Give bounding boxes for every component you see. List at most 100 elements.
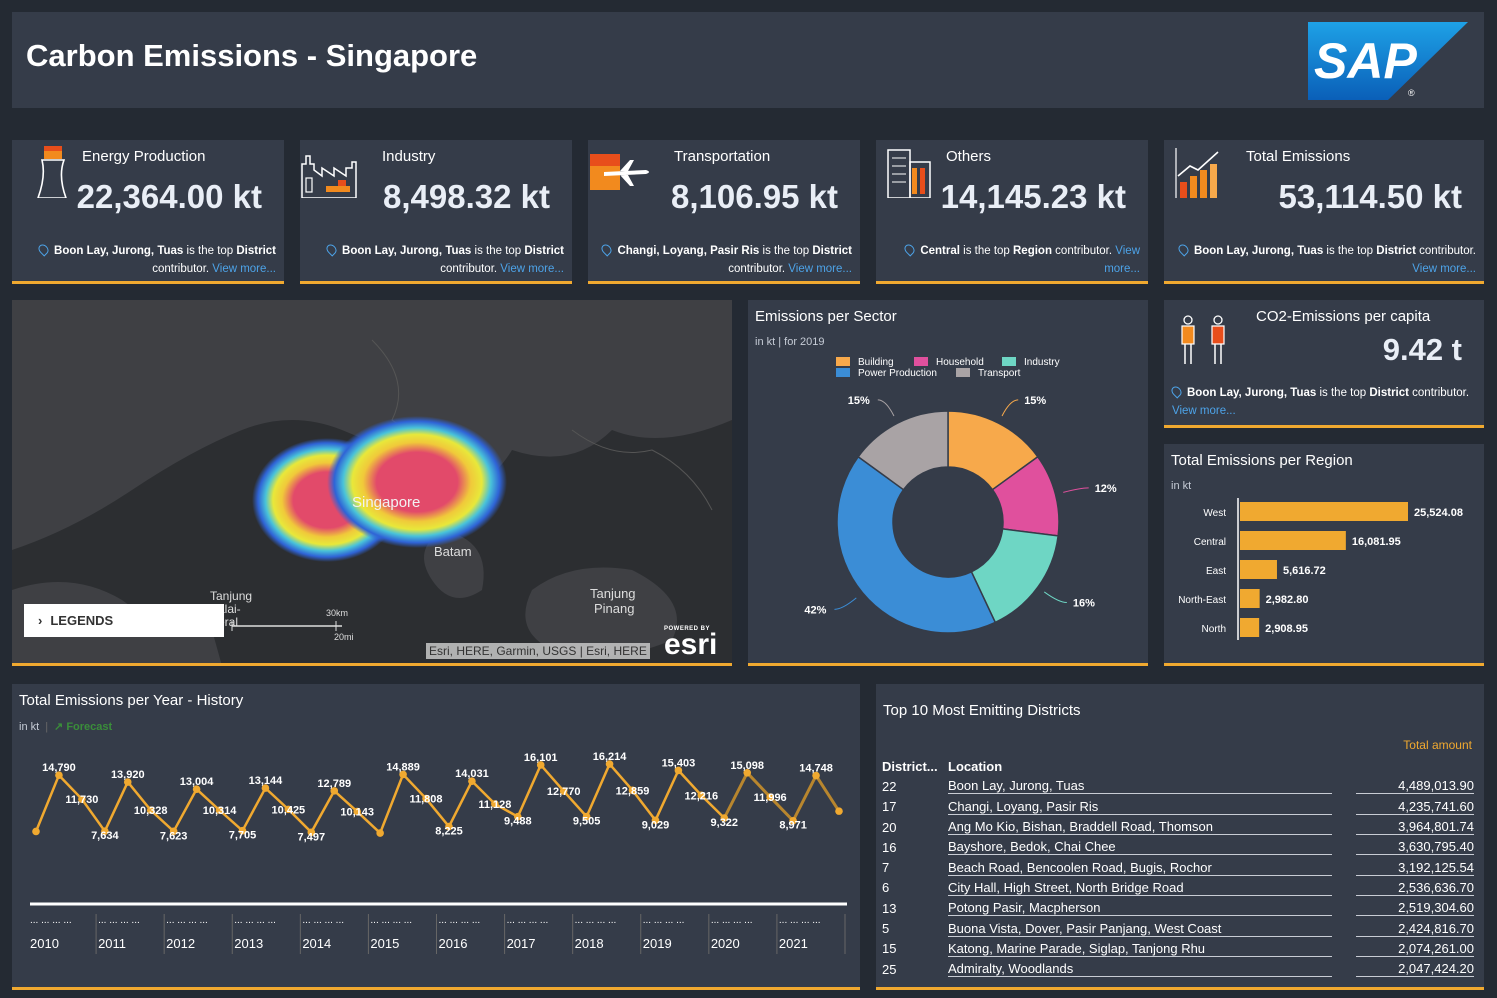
timeline-ellipsis: ... ... ... ... — [575, 915, 617, 926]
region-bar-chart[interactable]: West 25,524.08 Central 16,081.95 East 5,616.7… — [1164, 444, 1484, 666]
kpi-card-industry[interactable]: Industry 8,498.32 kt Boon Lay, Jurong, T… — [300, 140, 572, 284]
year-label: 2019 — [643, 936, 672, 951]
table-row[interactable]: 25 Admiralty, Woodlands 2,047,424.20 — [880, 959, 1476, 979]
sector-donut-chart[interactable]: Building Household Industry Power Productio… — [748, 300, 1148, 666]
amount-cell: 2,074,261.00 — [1354, 939, 1476, 959]
table-row[interactable]: 16 Bayshore, Bedok, Chai Chee 3,630,795.40 — [880, 837, 1476, 857]
view-more-link[interactable]: View more... — [1412, 263, 1476, 275]
slice-leader — [877, 399, 895, 417]
kpi-title: Others — [946, 148, 992, 165]
kpi-card-total-emissions[interactable]: Total Emissions 53,114.50 kt Boon Lay, J… — [1164, 140, 1484, 284]
table-row[interactable]: 22 Boon Lay, Jurong, Tuas 4,489,013.90 — [880, 776, 1476, 796]
year-label: 2017 — [507, 936, 536, 951]
timeline-ellipsis: ... ... ... ... — [302, 915, 344, 926]
history-point — [32, 827, 40, 836]
heat-map[interactable]: Singapore Batam Tanjung Balai- Keral Tan… — [12, 300, 732, 666]
table-row[interactable]: 20 Ang Mo Kio, Bishan, Braddell Road, Tho… — [880, 817, 1476, 837]
svg-text:Tanjung: Tanjung — [210, 589, 252, 603]
history-data-label: 9,322 — [711, 817, 739, 829]
history-data-label: 10,143 — [340, 807, 374, 819]
history-data-label: 8,971 — [779, 820, 807, 832]
location-pin-icon — [1176, 242, 1191, 257]
table-row[interactable]: 7 Beach Road, Bencoolen Road, Bugis, Roch… — [880, 857, 1476, 877]
district-cell: 7 — [882, 860, 890, 876]
svg-text:Batam: Batam — [434, 544, 472, 559]
history-data-label: 7,705 — [229, 830, 257, 842]
airplane-icon — [590, 154, 649, 190]
timeline-ellipsis: ... ... ... ... — [30, 915, 72, 926]
kpi-card-energy-production[interactable]: Energy Production 22,364.00 kt Boon Lay,… — [12, 140, 284, 284]
history-data-label: 14,748 — [799, 763, 833, 775]
history-data-label: 16,101 — [524, 752, 558, 764]
history-data-label: 9,029 — [642, 819, 670, 831]
district-cell: 5 — [882, 921, 890, 937]
location-pin-icon — [599, 242, 615, 257]
kpi-footnote: Changi, Loyang, Pasir Ris is the top Dis… — [599, 242, 852, 278]
history-data-label: 14,031 — [455, 768, 489, 780]
year-label: 2020 — [711, 936, 740, 951]
capita-value: 9.42 t — [1382, 332, 1462, 367]
region-bar — [1240, 589, 1260, 608]
legend-swatch — [836, 357, 850, 366]
kpi-value: 8,106.95 kt — [671, 178, 838, 215]
view-more-link[interactable]: View more... — [500, 263, 564, 275]
history-line-chart[interactable]: 14,790 11,730 7,634 13,920 10,328 7,623 13,004… — [12, 684, 860, 990]
district-cell: 17 — [882, 799, 897, 815]
region-bar — [1240, 502, 1408, 521]
kpi-footnote: Boon Lay, Jurong, Tuas is the top Distri… — [314, 242, 564, 278]
district-cell: 13 — [882, 900, 897, 916]
amount-cell: 4,489,013.90 — [1354, 776, 1476, 796]
legend-swatch — [914, 357, 928, 366]
district-cell: 22 — [882, 778, 897, 794]
column-header-district[interactable]: District... — [880, 756, 946, 776]
svg-text:Singapore: Singapore — [352, 494, 420, 511]
history-data-label: 14,889 — [386, 761, 420, 773]
kpi-value: 14,145.23 kt — [940, 178, 1126, 215]
history-data-label: 16,214 — [593, 751, 628, 763]
panel-title: CO2-Emissions per capita — [1256, 308, 1431, 325]
year-label: 2011 — [98, 936, 126, 951]
slice-leader — [1043, 591, 1067, 604]
history-data-label: 7,634 — [91, 830, 119, 842]
kpi-card-others[interactable]: Others 14,145.23 kt Central is the top R… — [876, 140, 1148, 284]
location-cell: Ang Mo Kio, Bishan, Braddell Road, Thoms… — [946, 817, 1334, 837]
timeline-ellipsis: ... ... ... ... — [166, 915, 208, 926]
legends-button[interactable]: › LEGENDS — [24, 604, 224, 637]
table-row[interactable]: 5 Buona Vista, Dover, Pasir Panjang, West… — [880, 918, 1476, 938]
district-cell: 16 — [882, 839, 897, 855]
table-row[interactable]: 15 Katong, Marine Parade, Siglap, Tanjong… — [880, 939, 1476, 959]
kpi-card-transportation[interactable]: Transportation 8,106.95 kt Changi, Loyan… — [588, 140, 860, 284]
table-row[interactable]: 6 City Hall, High Street, North Bridge Ro… — [880, 878, 1476, 898]
legend-label: Household — [936, 357, 984, 368]
timeline-ellipsis: ... ... ... ... — [779, 915, 821, 926]
sap-logo: SAP ® — [1308, 22, 1468, 100]
timeline-ellipsis: ... ... ... ... — [234, 915, 276, 926]
slice-label: 15% — [848, 395, 870, 407]
amount-cell: 2,519,304.60 — [1354, 898, 1476, 918]
amount-cell: 3,192,125.54 — [1354, 857, 1476, 877]
region-bar — [1240, 560, 1277, 579]
history-data-label: 15,403 — [662, 757, 696, 769]
location-pin-icon — [902, 242, 917, 257]
timeline-ellipsis: ... ... ... ... — [439, 915, 481, 926]
year-label: 2010 — [30, 936, 59, 951]
donut-slice — [836, 455, 997, 634]
slice-label: 12% — [1095, 483, 1117, 495]
panel-title: Top 10 Most Emitting Districts — [883, 702, 1081, 719]
view-more-link[interactable]: View more... — [1172, 405, 1236, 417]
view-more-link[interactable]: View more... — [212, 263, 276, 275]
view-more-link[interactable]: View more... — [788, 263, 852, 275]
table-row[interactable]: 17 Changi, Loyang, Pasir Ris 4,235,741.60 — [880, 797, 1476, 817]
year-label: 2016 — [439, 936, 468, 951]
column-header-location[interactable]: Location — [946, 756, 1334, 776]
chevron-right-icon: › — [38, 613, 43, 628]
history-data-label: 9,488 — [504, 816, 532, 828]
history-data-label: 10,314 — [203, 805, 238, 817]
history-data-label: 12,216 — [685, 790, 719, 802]
history-data-label: 13,144 — [249, 775, 284, 787]
region-category-label: East — [1206, 566, 1226, 577]
table-row[interactable]: 13 Potong Pasir, Macpherson 2,519,304.60 — [880, 898, 1476, 918]
history-data-label: 11,128 — [478, 799, 511, 811]
location-pin-icon — [36, 242, 51, 257]
people-icon — [1181, 315, 1225, 364]
